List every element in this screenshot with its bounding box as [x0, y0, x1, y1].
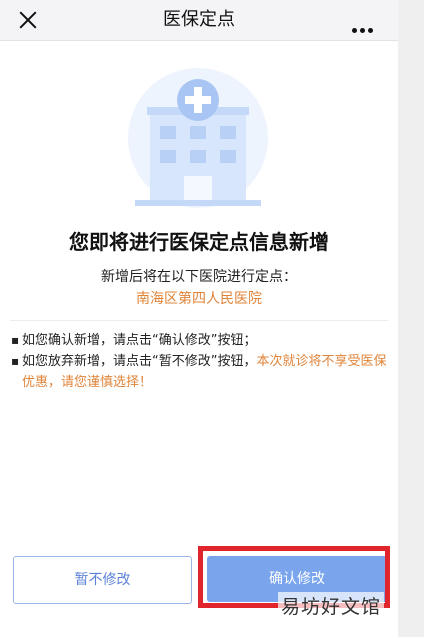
notes-list: ▪ 如您确认新增，请点击“确认修改”按钮； ▪ 如您放弃新增，请点击“暂不修改”… [10, 330, 388, 393]
bullet-icon: ▪ [11, 333, 20, 347]
hospital-icon [125, 60, 271, 210]
note-item-cancel: ▪ 如您放弃新增，请点击“暂不修改”按钮，本次就诊将不享受医保优惠，请您谨慎选择… [10, 351, 388, 393]
hospital-name: 南海区第四人民医院 [136, 291, 262, 307]
note-text: 如您确认新增，请点击“确认修改”按钮； [22, 333, 257, 348]
cancel-button[interactable]: 暂不修改 [13, 556, 192, 604]
header-bar: 医保定点 [0, 0, 398, 41]
bullet-icon: ▪ [11, 354, 20, 368]
side-strip [398, 0, 424, 637]
subtitle: 新增后将在以下医院进行定点： [101, 269, 297, 285]
note-item-confirm: ▪ 如您确认新增，请点击“确认修改”按钮； [10, 330, 388, 351]
divider [10, 320, 388, 321]
watermark: 易坊好文馆 [278, 592, 385, 619]
note-text: 如您放弃新增，请点击“暂不修改”按钮， [22, 354, 257, 369]
more-icon[interactable] [352, 18, 376, 33]
headline: 您即将进行医保定点信息新增 [69, 230, 329, 254]
page-title: 医保定点 [163, 9, 235, 30]
